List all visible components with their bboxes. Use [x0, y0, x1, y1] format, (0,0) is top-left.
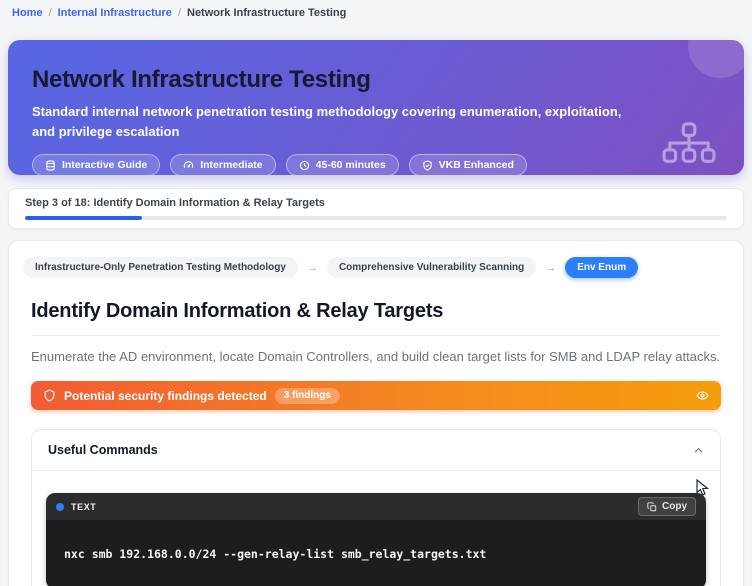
badge-label: VKB Enhanced	[439, 159, 514, 171]
step-progress-card: Step 3 of 18: Identify Domain Informatio…	[8, 188, 744, 229]
code-block-header: TEXT Copy	[46, 493, 706, 520]
network-topology-icon	[660, 122, 718, 173]
gauge-icon	[183, 160, 194, 171]
useful-commands-card: Useful Commands TEXT Copy	[31, 429, 721, 586]
eye-icon[interactable]	[696, 389, 709, 402]
badge-label: Interactive Guide	[62, 159, 147, 171]
methodology-path: Infrastructure-Only Penetration Testing …	[23, 257, 729, 278]
code-block-body[interactable]: nxc smb 192.168.0.0/24 --gen-relay-list …	[46, 520, 706, 586]
findings-text: Potential security findings detected	[64, 389, 267, 403]
chevron-up-icon[interactable]	[693, 445, 704, 456]
command-text: nxc smb 192.168.0.0/24 --gen-relay-list …	[64, 547, 486, 561]
breadcrumb: Home / Internal Infrastructure / Network…	[0, 0, 752, 19]
page-title: Identify Domain Information & Relay Targ…	[23, 300, 729, 323]
copy-button[interactable]: Copy	[638, 497, 696, 516]
code-block: TEXT Copy nxc smb 192.168.0.0/24 --gen-r…	[46, 493, 706, 586]
useful-commands-header[interactable]: Useful Commands	[32, 430, 720, 471]
path-pill-vulnerability-scanning[interactable]: Comprehensive Vulnerability Scanning	[327, 257, 536, 278]
breadcrumb-home[interactable]: Home	[12, 7, 43, 19]
badge-interactive-guide: Interactive Guide	[32, 154, 160, 175]
step-description: Enumerate the AD environment, locate Dom…	[23, 349, 729, 364]
path-pill-methodology[interactable]: Infrastructure-Only Penetration Testing …	[23, 257, 298, 278]
hero-subtitle: Standard internal network penetration te…	[32, 102, 632, 142]
path-pill-env-enum[interactable]: Env Enum	[565, 257, 638, 278]
findings-count-badge: 3 findings	[275, 388, 340, 404]
clock-icon	[299, 160, 310, 171]
breadcrumb-separator: /	[178, 7, 181, 19]
breadcrumb-current: Network Infrastructure Testing	[187, 7, 346, 19]
breadcrumb-separator: /	[49, 7, 52, 19]
title-divider	[31, 335, 721, 336]
shield-check-icon	[422, 160, 433, 171]
badge-label: Intermediate	[200, 159, 262, 171]
useful-commands-body: TEXT Copy nxc smb 192.168.0.0/24 --gen-r…	[32, 471, 720, 586]
hero-card: Network Infrastructure Testing Standard …	[8, 40, 744, 175]
badge-intermediate: Intermediate	[170, 154, 275, 175]
arrow-right-icon: →	[307, 262, 318, 274]
badge-duration: 45-60 minutes	[286, 154, 399, 175]
language-label: TEXT	[71, 502, 96, 512]
arrow-right-icon: →	[545, 262, 556, 274]
copy-label: Copy	[662, 501, 687, 512]
progress-bar-fill	[25, 216, 142, 220]
badge-label: 45-60 minutes	[316, 159, 386, 171]
language-dot-icon	[56, 503, 64, 511]
step-progress-label: Step 3 of 18: Identify Domain Informatio…	[25, 197, 727, 209]
useful-commands-title: Useful Commands	[48, 443, 158, 457]
shield-icon	[43, 389, 56, 402]
breadcrumb-internal-infrastructure[interactable]: Internal Infrastructure	[58, 7, 172, 19]
hero-title: Network Infrastructure Testing	[32, 66, 716, 94]
hero-badge-row: Interactive Guide Intermediate 45-60 min…	[32, 154, 716, 175]
progress-bar-track	[25, 216, 727, 220]
badge-vkb-enhanced: VKB Enhanced	[409, 154, 527, 175]
database-icon	[45, 160, 56, 171]
security-findings-banner[interactable]: Potential security findings detected 3 f…	[31, 381, 721, 410]
main-content-card: Infrastructure-Only Penetration Testing …	[8, 240, 744, 586]
copy-icon	[647, 502, 657, 512]
